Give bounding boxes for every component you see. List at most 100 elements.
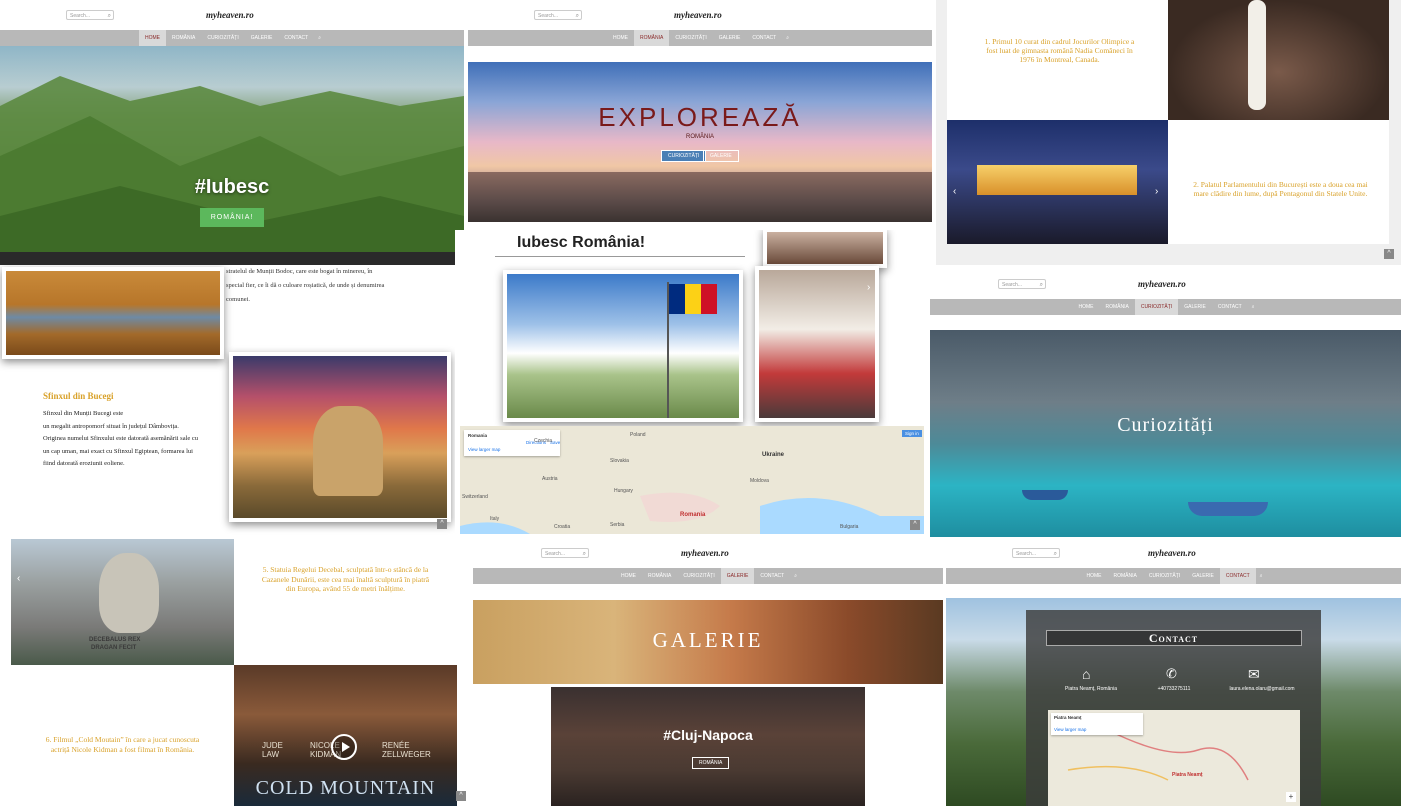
nav-galerie[interactable]: GALERIE [720,568,755,584]
nav-romania[interactable]: ROMÂNIA [166,30,201,46]
search-icon[interactable]: ⌕ [583,549,586,559]
nav-search-icon[interactable]: ⌕ [790,568,801,584]
nav-galerie[interactable]: GALERIE [1186,568,1220,584]
hero-subtitle: ROMÂNIA [685,134,714,140]
contact-map[interactable]: Piatra Neamț View larger map Piatra Neam… [1048,710,1300,806]
nav-romania[interactable]: ROMÂNIA [633,30,670,46]
hero-title: GALERIE [652,628,764,652]
map-country-ukraine: Ukraine [762,452,785,458]
contact-map-label: Piatra Neamț [1054,715,1082,720]
nav-contact[interactable]: CONTACT [754,568,790,584]
cold-mountain-poster: JUDE LAW NICOLE KIDMAN RENÉE ZELLWEGER C… [234,665,457,806]
fact-6-box: 6. Filmul „Cold Moutain” în care a jucat… [11,665,234,806]
map-zoom-in-icon[interactable]: + [1286,792,1296,802]
site-logo[interactable]: myheaven.ro [674,10,722,20]
gymnast-figure [1248,0,1266,110]
fact-6-text: 6. Filmul „Cold Moutain” în care a jucat… [45,735,200,754]
cluj-button[interactable]: ROMÂNIA [692,757,730,769]
nav-contact[interactable]: CONTACT [278,30,314,46]
contact-email[interactable]: laura.elena.olaru@gmail.com [1222,686,1302,692]
nav-curiozitati[interactable]: CURIOZITĂȚI [201,30,244,46]
nav-contact[interactable]: CONTACT [746,30,782,46]
nav-home[interactable]: HOME [615,568,642,584]
nav-contact[interactable]: CONTACT [1212,299,1248,315]
play-video-icon[interactable] [331,734,357,760]
search-input[interactable]: Search... ⌕ [534,10,582,20]
nav-curiozitati[interactable]: CURIOZITĂȚI [1134,299,1179,315]
fact-2-box: 2. Palatul Parlamentului din București e… [1168,120,1389,244]
scroll-up-icon[interactable]: ^ [456,791,466,801]
header: Search... ⌕ myheaven.ro [946,537,1401,567]
nav-home[interactable]: HOME [1080,568,1107,584]
nav-galerie[interactable]: GALERIE [713,30,747,46]
romania-flag [669,284,717,314]
search-icon[interactable]: ⌕ [1054,549,1057,559]
scroll-up-icon[interactable]: ^ [910,520,920,530]
search-input[interactable]: Search... ⌕ [541,548,589,558]
scroll-up-icon[interactable]: ^ [1384,249,1394,259]
contact-title: Contact [1148,631,1199,645]
search-input[interactable]: Search... ⌕ [66,10,114,20]
nav-contact[interactable]: CONTACT [1219,568,1256,584]
city-strip [468,172,932,222]
site-logo[interactable]: myheaven.ro [1148,548,1196,558]
nav-curiozitati[interactable]: CURIOZITĂȚI [669,30,712,46]
email-icon: ✉ [1248,666,1260,682]
map-label: Romania [468,433,488,438]
map-country-moldova: Moldova [750,478,769,484]
boat-right [1188,502,1268,516]
contact-background-image: Contact ⌂ ✆ ✉ Piatra Neamț, România +407… [946,598,1401,806]
boat-left [1022,490,1068,500]
nav-home[interactable]: HOME [1072,299,1099,315]
contact-map-city: Piatra Neamț [1172,772,1203,778]
map-country-hungary: Hungary [614,488,633,494]
site-logo[interactable]: myheaven.ro [681,548,729,558]
header: Search... ⌕ myheaven.ro [930,265,1401,295]
flag-image [503,270,743,422]
search-input[interactable]: Search... ⌕ [998,279,1046,289]
carousel-prev-icon[interactable]: ‹ [17,573,20,584]
carousel-next-icon[interactable]: › [1155,186,1158,197]
nav-romania[interactable]: ROMÂNIA [1107,568,1142,584]
site-logo[interactable]: myheaven.ro [1138,279,1186,289]
contact-map-view-larger[interactable]: View larger map [1054,727,1086,732]
carousel-next-icon[interactable]: › [867,282,870,293]
main-nav: HOME ROMÂNIA CURIOZITĂȚI GALERIE CONTACT… [468,30,932,46]
nav-search-icon[interactable]: ⌕ [1248,299,1259,315]
panel-contact: Search... ⌕ myheaven.ro HOME ROMÂNIA CUR… [946,537,1401,806]
search-icon[interactable]: ⌕ [108,11,111,21]
kids-image: › [755,266,879,422]
sfinx-heading: Sfinxul din Bucegi [43,391,114,401]
map-embed[interactable]: Romania Directions Save View larger map … [460,426,924,534]
panel-romania: Search... ⌕ myheaven.ro HOME ROMÂNIA CUR… [468,0,932,230]
nav-romania[interactable]: ROMÂNIA [1099,299,1134,315]
nav-galerie[interactable]: GALERIE [245,30,279,46]
panel-iubesc: Iubesc România! › Romania Directions Sav… [455,230,930,537]
nav-home[interactable]: HOME [138,30,166,46]
contact-phone[interactable]: +40733275111 [1144,686,1204,692]
hero-button[interactable]: ROMÂNIA! [200,208,264,227]
nav-curiozitati[interactable]: CURIOZITĂȚI [677,568,720,584]
contact-address: Piatra Neamț, România [1065,686,1117,692]
panel-facts-2: DECEBALUS REX DRAGAN FECIT ‹ 5. Statuia … [0,537,466,806]
nav-home[interactable]: HOME [607,30,634,46]
phone-icon: ✆ [1166,666,1177,681]
nav-search-icon[interactable]: ⌕ [782,30,793,46]
decebal-face [99,553,159,633]
carousel-prev-icon[interactable]: ‹ [953,186,956,197]
search-icon[interactable]: ⌕ [1040,280,1043,290]
nav-search-icon[interactable]: ⌕ [314,30,325,46]
poster-actor-3: RENÉE ZELLWEGER [382,741,431,759]
search-input[interactable]: Search... ⌕ [1012,548,1060,558]
map-view-larger[interactable]: View larger map [468,447,500,452]
nav-curiozitati[interactable]: CURIOZITĂȚI [1143,568,1186,584]
curiozitati-button[interactable]: CURIOZITĂȚI [661,150,707,162]
site-logo[interactable]: myheaven.ro [206,10,254,20]
nav-galerie[interactable]: GALERIE [1178,299,1212,315]
map-sign-in[interactable]: Sign in [902,430,922,437]
search-icon[interactable]: ⌕ [576,11,579,21]
galerie-button[interactable]: GALERIE [703,150,739,162]
nav-search-icon[interactable]: ⌕ [1256,568,1267,584]
scroll-up-icon[interactable]: ^ [437,519,447,529]
nav-romania[interactable]: ROMÂNIA [642,568,677,584]
